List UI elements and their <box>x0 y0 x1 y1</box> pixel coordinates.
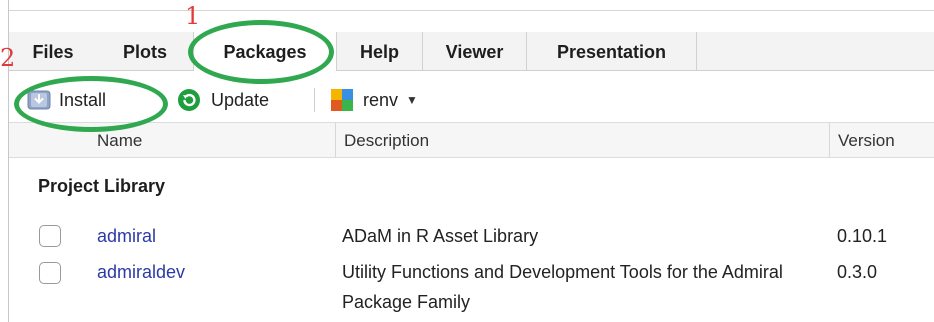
table-row: admiraldev Utility Functions and Develop… <box>9 258 934 322</box>
tab-bar: Files Plots Packages Help Viewer Present… <box>9 32 934 71</box>
column-header-description[interactable]: Description <box>335 123 829 157</box>
update-icon <box>177 88 201 112</box>
annotation-number-2: 2 <box>0 44 16 72</box>
package-name-link[interactable]: admiral <box>97 226 156 247</box>
column-header-version[interactable]: Version <box>829 123 934 157</box>
package-table-header: Name Description Version <box>9 122 934 158</box>
update-label: Update <box>211 89 270 110</box>
pane-top-strip <box>9 0 934 11</box>
annotation-number-1: 1 <box>185 2 201 30</box>
packages-pane: Files Plots Packages Help Viewer Present… <box>0 0 934 322</box>
renv-label: renv <box>363 89 399 110</box>
package-version: 0.10.1 <box>837 226 888 246</box>
renv-menu-button[interactable]: renv ▼ <box>331 82 418 118</box>
package-description: Utility Functions and Development Tools … <box>342 262 783 312</box>
annotation-ring-install <box>14 76 168 132</box>
row-checkbox[interactable] <box>39 225 61 247</box>
section-header-project-library: Project Library <box>38 176 166 196</box>
tab-plots-label: Plots <box>122 42 167 62</box>
annotation-ring-packages <box>188 20 334 84</box>
tab-viewer[interactable]: Viewer <box>423 32 527 70</box>
tab-presentation[interactable]: Presentation <box>527 32 697 70</box>
package-version: 0.3.0 <box>837 262 878 282</box>
tab-presentation-label: Presentation <box>556 42 667 62</box>
package-description: ADaM in R Asset Library <box>342 226 539 246</box>
tab-files-label: Files <box>32 42 74 62</box>
tab-files[interactable]: Files <box>9 32 97 70</box>
tab-help-label: Help <box>359 42 399 62</box>
package-name-link[interactable]: admiraldev <box>97 262 185 283</box>
tab-viewer-label: Viewer <box>445 42 504 62</box>
row-checkbox[interactable] <box>39 262 61 284</box>
renv-icon <box>331 89 353 111</box>
update-button[interactable]: Update <box>177 82 269 118</box>
tab-help[interactable]: Help <box>337 32 423 70</box>
table-row: admiral ADaM in R Asset Library 0.10.1 <box>9 222 934 254</box>
tab-plots[interactable]: Plots <box>97 32 193 70</box>
caret-down-icon: ▼ <box>406 93 418 107</box>
toolbar-separator <box>314 88 315 112</box>
